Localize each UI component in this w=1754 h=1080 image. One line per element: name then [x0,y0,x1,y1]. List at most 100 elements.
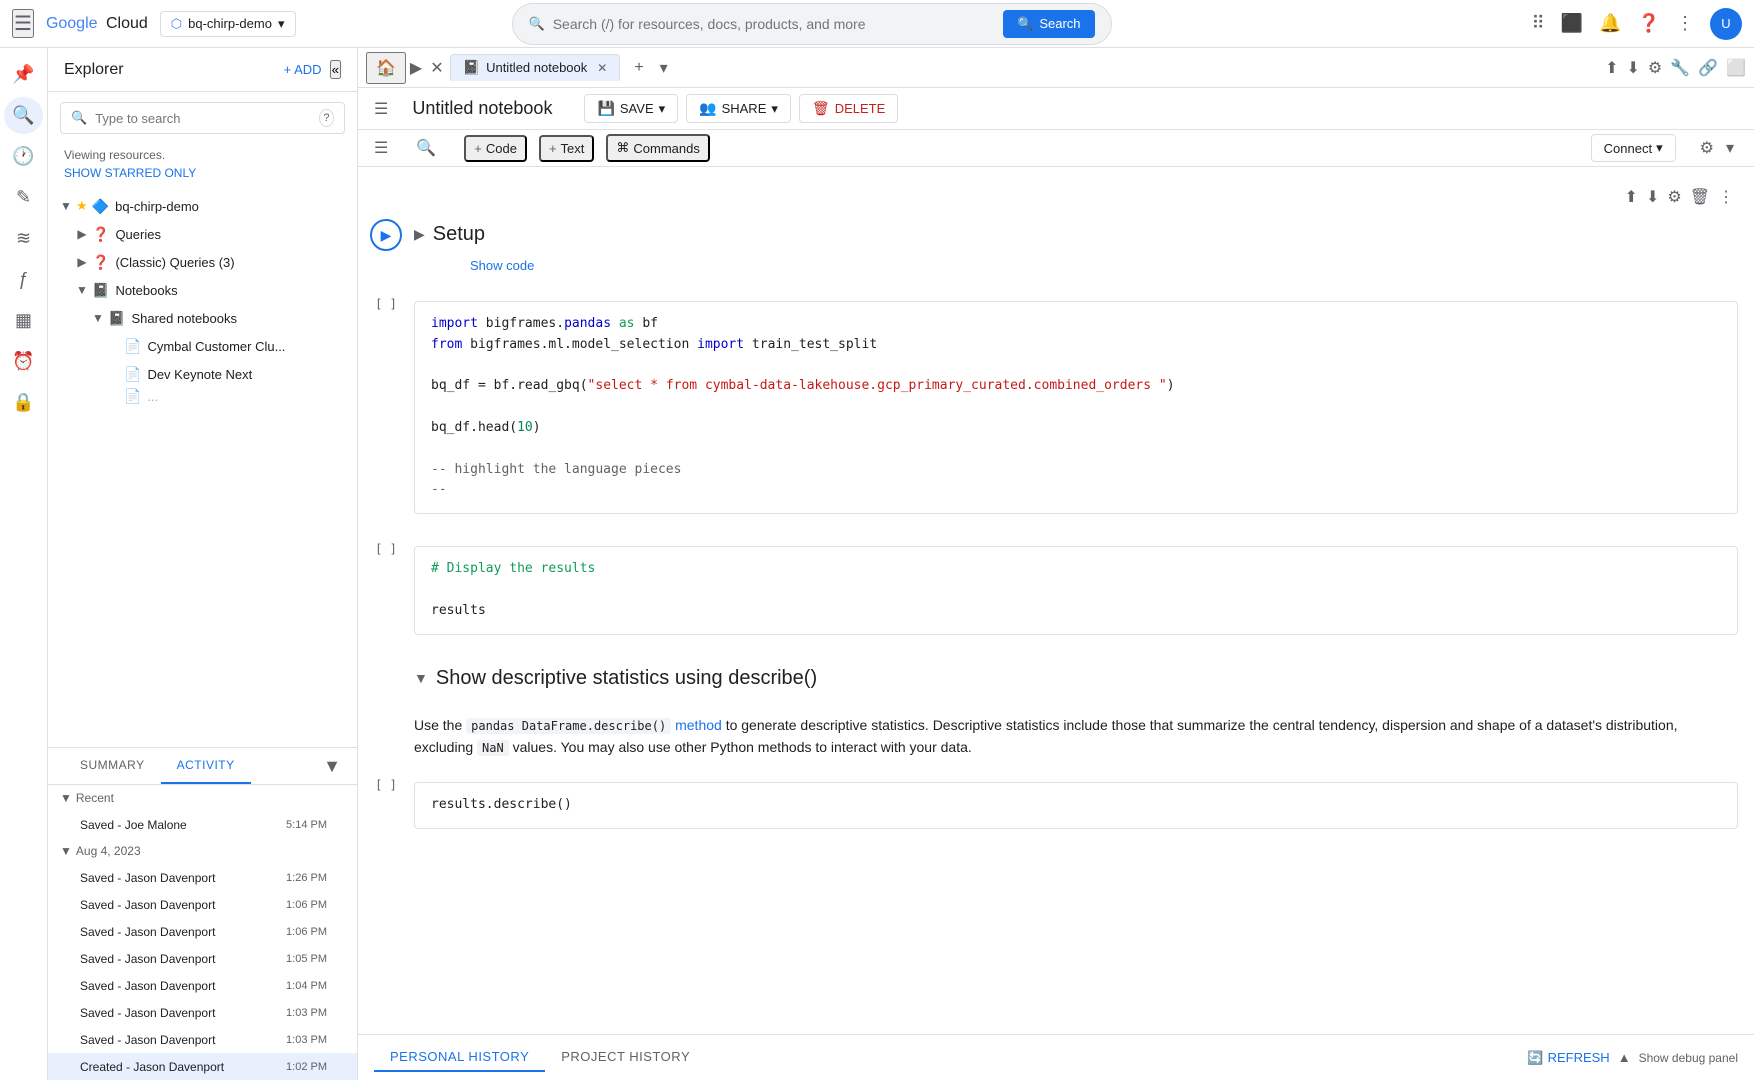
tab-activity[interactable]: ACTIVITY [161,748,251,784]
collapse-panel-icon[interactable]: « [330,60,341,79]
share-button[interactable]: 👥 SHARE ▾ [686,94,791,123]
code-block-1[interactable]: import bigframes.pandas as bf from bigfr… [414,301,1738,514]
code-cell-3-content[interactable]: results.describe() [414,774,1754,837]
run-all-down-icon[interactable]: ⬇ [1642,183,1663,211]
code-block-2[interactable]: # Display the results results [414,546,1738,634]
method-link[interactable]: method [675,717,722,733]
activity-item-3[interactable]: Saved - Jason Davenport 1:05 PM ⋮ [48,945,357,972]
add-button[interactable]: + ADD [284,62,322,77]
grid-icon[interactable]: ⠿ [1532,13,1545,34]
expand-icon[interactable]: ▼ [56,199,76,213]
connect-button[interactable]: Connect ▾ [1591,134,1676,162]
tree-item-shared-notebooks[interactable]: ▼ 📓 Shared notebooks ⋮ [48,304,357,332]
cell-more-icon[interactable]: ⋮ [1714,183,1738,211]
expand-icon-queries[interactable]: ▶ [72,227,92,241]
commands-button[interactable]: ⌘ Commands [606,134,709,162]
cell-delete-icon[interactable]: 🗑 [1686,183,1714,211]
hamburger-icon[interactable]: ☰ [12,9,34,38]
setup-header[interactable]: ▶ Setup [414,215,1754,254]
activity-item-0[interactable]: Saved - Jason Davenport 1:26 PM ⋮ [48,864,357,891]
personal-history-tab[interactable]: PERSONAL HISTORY [374,1043,545,1072]
tree-item-dev-keynote[interactable]: 📄 Dev Keynote Next ⋮ [48,360,357,388]
notification-icon[interactable]: 🔔 [1599,13,1621,34]
search-bar[interactable]: 🔍 🔍 Search [512,3,1112,45]
tree-item-hidden[interactable]: 📄 ... [48,388,357,404]
nb-fullscreen-icon[interactable]: ⬜ [1726,58,1746,78]
refresh-button[interactable]: 🔄 REFRESH [1527,1050,1609,1066]
activity-item-4[interactable]: Saved - Jason Davenport 1:04 PM ⋮ [48,972,357,999]
more-icon[interactable]: ⋮ [1676,13,1694,34]
expand-icon-classic[interactable]: ▶ [72,255,92,269]
nb-down-icon[interactable]: ⬇ [1626,58,1639,78]
debug-link[interactable]: Show debug panel [1639,1051,1738,1065]
recent-section-header[interactable]: ▼ Recent [48,785,357,811]
activity-item-5[interactable]: Saved - Jason Davenport 1:03 PM ⋮ [48,999,357,1026]
help-icon[interactable]: ❓ [1638,13,1660,34]
nb-build-icon[interactable]: 🔧 [1670,58,1690,78]
history-icon[interactable]: 🕐 [4,138,42,175]
lock-icon[interactable]: 🔒 [4,384,42,421]
search-input[interactable] [553,16,995,32]
explorer-help-icon[interactable]: ? [319,109,334,127]
activity-item-1[interactable]: Saved - Jason Davenport 1:06 PM ⋮ [48,891,357,918]
tab-untitled-notebook[interactable]: 📓 Untitled notebook ✕ [450,54,621,81]
star-icon[interactable]: ★ [76,198,88,214]
save-button[interactable]: 💾 SAVE ▾ [584,94,678,123]
table-icon[interactable]: ▦ [7,302,40,339]
show-starred-only-link[interactable]: SHOW STARRED ONLY [48,166,357,188]
project-selector[interactable]: ⬡ bq-chirp-demo ▾ [160,11,296,37]
section2-header[interactable]: ▼ Show descriptive statistics using desc… [414,659,1754,698]
tree-item-queries[interactable]: ▶ ❓ Queries ⋮ [48,220,357,248]
functions-icon[interactable]: ƒ [10,261,36,298]
delete-button[interactable]: 🗑 DELETE [799,94,898,123]
show-code-link[interactable]: Show code [414,254,1754,277]
search-nb-btn[interactable]: 🔍 [416,138,436,158]
compose-icon[interactable]: ✎ [8,179,39,216]
toc-btn[interactable]: ☰ [374,138,388,158]
add-tab-icon[interactable]: + [630,55,647,81]
search-button[interactable]: 🔍 Search [1003,10,1094,38]
expand-icon-notebooks[interactable]: ▼ [72,283,92,297]
expand-icon-shared[interactable]: ▼ [88,311,108,325]
cell-settings-icon[interactable]: ⚙ [1663,183,1685,211]
run-setup-button[interactable]: ▶ [370,219,402,251]
settings-cell-icon[interactable]: ⚙ [1696,134,1718,162]
chevron-up-icon[interactable]: ▲ [1618,1050,1631,1065]
toolbar-toc-icon[interactable]: ☰ [374,99,388,119]
tab-close-home[interactable]: ✕ [426,54,447,82]
tree-item-classic-queries[interactable]: ▶ ❓ (Classic) Queries (3) ⋮ [48,248,357,276]
activity-item-7[interactable]: Created - Jason Davenport 1:02 PM ⋮ [48,1053,357,1080]
more-tabs-icon[interactable]: ▾ [656,54,672,82]
chevron-down-icon[interactable]: ▾ [1722,134,1738,162]
tab-summary[interactable]: SUMMARY [64,748,161,784]
nb-settings-icon[interactable]: ⚙ [1648,58,1662,78]
section2-expand-icon[interactable]: ▼ [414,670,428,686]
toc-icon[interactable]: ☰ [374,138,388,158]
pinned-icon[interactable]: 📌 [4,56,42,93]
notebook-home-icon[interactable]: 🏠 [366,52,406,84]
nb-up-icon[interactable]: ⬆ [1605,58,1618,78]
tree-item-bq-chirp-demo[interactable]: ▼ ★ 🔷 bq-chirp-demo ⋮ [48,192,357,220]
avatar[interactable]: U [1710,8,1742,40]
explore-icon[interactable]: ≋ [8,220,39,257]
search-nb-icon[interactable]: 🔍 [416,138,436,158]
schedule-icon[interactable]: ⏰ [4,343,42,380]
add-code-button[interactable]: + Code [464,135,527,162]
tree-item-notebooks[interactable]: ▼ 📓 Notebooks ⋮ [48,276,357,304]
project-history-tab[interactable]: PROJECT HISTORY [545,1043,706,1072]
add-text-button[interactable]: + Text [539,135,594,162]
activity-item-2[interactable]: Saved - Jason Davenport 1:06 PM ⋮ [48,918,357,945]
search-icon-bar[interactable]: 🔍 [4,97,42,134]
tab-bar-collapse-icon[interactable]: ▼ [323,756,341,777]
activity-item-6[interactable]: Saved - Jason Davenport 1:03 PM ⋮ [48,1026,357,1053]
setup-expand-icon[interactable]: ▶ [414,226,425,243]
aug4-section-header[interactable]: ▼ Aug 4, 2023 [48,838,357,864]
notebook-tab-close[interactable]: ✕ [597,61,607,75]
code-block-3[interactable]: results.describe() [414,782,1738,829]
explorer-search-input[interactable] [95,111,311,126]
code-cell-2-content[interactable]: # Display the results results [414,538,1754,642]
code-cell-1-content[interactable]: import bigframes.pandas as bf from bigfr… [414,293,1754,522]
nb-link-icon[interactable]: 🔗 [1698,58,1718,78]
run-all-up-icon[interactable]: ⬆ [1621,183,1642,211]
activity-item-joe-malone[interactable]: Saved - Joe Malone 5:14 PM ⋮ [48,811,357,838]
